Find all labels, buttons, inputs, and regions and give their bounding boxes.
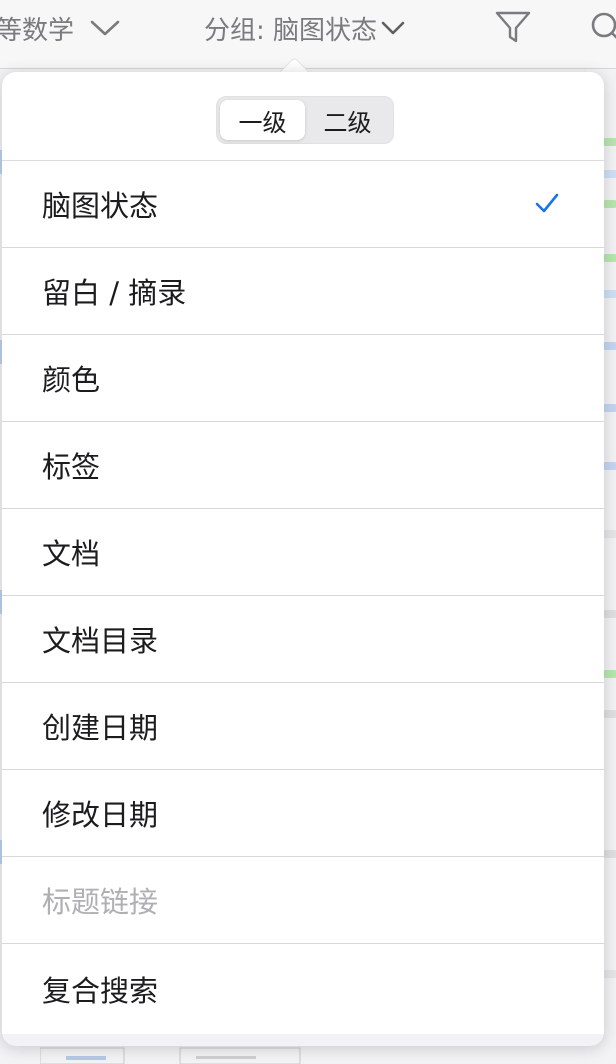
option-tags[interactable]: 标签	[2, 422, 604, 509]
option-blank-excerpt[interactable]: 留白 / 摘录	[2, 248, 604, 335]
notebook-title: 等数学	[0, 15, 75, 46]
segment-level-2[interactable]: 二级	[305, 100, 390, 140]
group-by-label: 分组: 脑图状态	[204, 15, 378, 46]
filter-icon[interactable]	[494, 10, 532, 44]
chevron-down-icon	[381, 21, 405, 35]
group-by-button[interactable]: 分组: 脑图状态	[204, 8, 405, 48]
checkmark-icon	[535, 193, 559, 213]
option-label: 颜色	[42, 363, 101, 397]
background-content-bottom	[40, 1047, 301, 1064]
segment-level-1[interactable]: 一级	[220, 100, 305, 140]
option-label: 标题链接	[42, 885, 159, 919]
option-compound-search[interactable]: 复合搜索	[2, 944, 604, 1034]
option-label: 标签	[42, 450, 101, 484]
option-label: 复合搜索	[42, 974, 159, 1008]
option-mindmap-status[interactable]: 脑图状态	[2, 161, 604, 248]
option-label: 留白 / 摘录	[42, 276, 187, 310]
chevron-down-icon	[90, 20, 120, 36]
top-header-bar: 等数学 分组: 脑图状态	[0, 0, 616, 69]
option-label: 文档目录	[42, 624, 159, 658]
level-segmented-control: 一级 二级	[216, 96, 394, 144]
group-by-popover: 一级 二级 脑图状态 留白 / 摘录 颜色 标签 文档 文档目录 创建日期 修改…	[2, 72, 604, 1046]
option-label: 修改日期	[42, 798, 159, 832]
option-color[interactable]: 颜色	[2, 335, 604, 422]
option-document-toc[interactable]: 文档目录	[2, 596, 604, 683]
option-label: 脑图状态	[42, 189, 159, 223]
option-modified-date[interactable]: 修改日期	[2, 770, 604, 857]
notebook-title-button[interactable]: 等数学	[0, 8, 120, 48]
background-content	[602, 70, 616, 1064]
option-created-date[interactable]: 创建日期	[2, 683, 604, 770]
option-title-link: 标题链接	[2, 857, 604, 944]
option-document[interactable]: 文档	[2, 509, 604, 596]
option-label: 创建日期	[42, 711, 159, 745]
popover-header: 一级 二级	[2, 72, 604, 161]
search-icon[interactable]	[588, 10, 616, 46]
group-by-options-list: 脑图状态 留白 / 摘录 颜色 标签 文档 文档目录 创建日期 修改日期 标题链…	[2, 161, 604, 1034]
option-label: 文档	[42, 537, 101, 571]
